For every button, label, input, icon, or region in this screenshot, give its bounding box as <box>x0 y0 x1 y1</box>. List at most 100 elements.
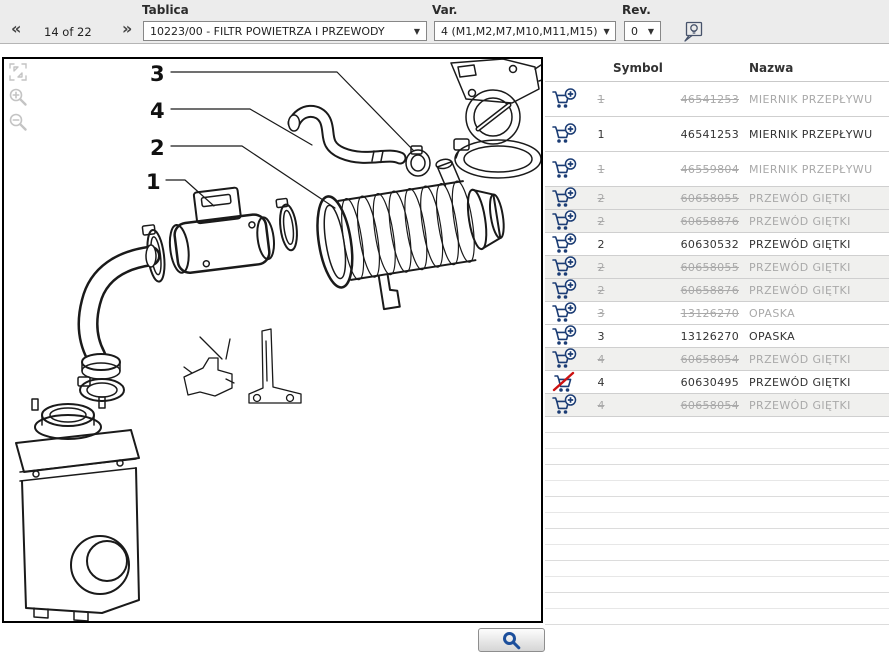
cart-add-icon[interactable] <box>545 88 589 110</box>
row-ref: 1 <box>589 128 613 141</box>
legend-hint-button[interactable] <box>682 21 704 43</box>
table-row: 260658055PRZEWÓD GIĘTKI <box>545 187 889 210</box>
cart-add-icon[interactable] <box>545 187 589 209</box>
table-select[interactable]: 10223/00 - FILTR POWIETRZA I PRZEWODY ▼ <box>143 21 427 41</box>
zoom-out-button[interactable] <box>8 112 28 132</box>
diagram-tools <box>8 62 28 132</box>
cart-blocked-icon[interactable] <box>545 371 589 393</box>
table-column-label: Tablica <box>142 3 189 17</box>
zoom-in-button[interactable] <box>8 87 28 107</box>
row-name: PRZEWÓD GIĘTKI <box>749 376 851 389</box>
row-name: OPASKA <box>749 330 795 343</box>
row-symbol: 46541253 <box>613 128 739 141</box>
row-symbol: 60658055 <box>613 192 739 205</box>
empty-row <box>545 449 889 465</box>
row-symbol: 46541253 <box>613 93 739 106</box>
cart-add-icon[interactable] <box>545 210 589 232</box>
table-row: 460658054PRZEWÓD GIĘTKI <box>545 348 889 371</box>
throttle-body-drawing <box>451 59 541 144</box>
cart-add-icon[interactable] <box>545 394 589 416</box>
small-clamp-drawing <box>406 146 430 176</box>
row-symbol: 60658055 <box>613 261 739 274</box>
row-name: MIERNIK PRZEPŁYWU <box>749 93 873 106</box>
table-row: 146541253 MIERNIK PRZEPŁYWU <box>545 117 889 152</box>
row-symbol: 60630532 <box>613 238 739 251</box>
cart-add-icon[interactable] <box>545 279 589 301</box>
row-ref: 3 <box>589 330 613 343</box>
cart-add-icon[interactable] <box>545 302 589 324</box>
parts-catalog-app: Tablica Var. Rev. « 14 of 22 » 10223/00 … <box>0 0 889 658</box>
row-name: PRZEWÓD GIĘTKI <box>749 399 851 412</box>
row-name: MIERNIK PRZEPŁYWU <box>749 163 873 176</box>
column-header-symbol: Symbol <box>613 61 663 75</box>
empty-row <box>545 417 889 433</box>
row-symbol: 13126270 <box>613 330 739 343</box>
row-name: MIERNIK PRZEPŁYWU <box>749 128 873 141</box>
row-ref: 1 <box>589 163 613 176</box>
table-row: 460630495PRZEWÓD GIĘTKI <box>545 371 889 394</box>
variant-select-value: 4 (M1,M2,M7,M10,M11,M15) <box>441 25 598 38</box>
empty-row <box>545 593 889 609</box>
search-button[interactable] <box>478 628 545 652</box>
row-ref: 4 <box>589 399 613 412</box>
empty-row <box>545 561 889 577</box>
cart-add-icon[interactable] <box>545 158 589 180</box>
next-page-button[interactable]: » <box>122 20 132 38</box>
row-symbol: 13126270 <box>613 307 739 320</box>
fit-screen-button[interactable] <box>8 62 28 82</box>
empty-row <box>545 465 889 481</box>
callout-label-2: 2 <box>150 136 165 160</box>
flow-meter-drawing <box>139 181 301 283</box>
callout-label-3: 3 <box>150 62 165 86</box>
table-row: 460658054 PRZEWÓD GIĘTKI <box>545 394 889 417</box>
row-name: PRZEWÓD GIĘTKI <box>749 238 851 251</box>
row-name: PRZEWÓD GIĘTKI <box>749 353 851 366</box>
empty-row <box>545 497 889 513</box>
cart-add-icon[interactable] <box>545 123 589 145</box>
parts-diagram: 3 4 2 1 <box>4 59 541 621</box>
table-select-value: 10223/00 - FILTR POWIETRZA I PRZEWODY <box>150 25 385 38</box>
row-symbol: 60658054 <box>613 399 739 412</box>
row-symbol: 60658876 <box>613 215 739 228</box>
row-ref: 3 <box>589 307 613 320</box>
row-name: OPASKA <box>749 307 795 320</box>
air-filter-box-drawing <box>16 397 139 621</box>
callout-label-4: 4 <box>150 99 165 123</box>
column-header-nazwa: Nazwa <box>749 61 793 75</box>
cart-add-icon[interactable] <box>545 348 589 370</box>
band-clamp-drawing <box>454 139 541 178</box>
parts-table-header: Symbol Nazwa <box>545 57 889 82</box>
row-symbol: 60658876 <box>613 284 739 297</box>
variant-select[interactable]: 4 (M1,M2,M7,M10,M11,M15) ▼ <box>434 21 616 41</box>
empty-row <box>545 481 889 497</box>
cart-add-icon[interactable] <box>545 233 589 255</box>
bracket-drawing <box>184 329 301 403</box>
parts-table: Symbol Nazwa 146541253MIERNIK PRZEPŁYWU1… <box>545 57 889 625</box>
row-name: PRZEWÓD GIĘTKI <box>749 215 851 228</box>
callout-label-1: 1 <box>146 170 161 194</box>
row-symbol: 60658054 <box>613 353 739 366</box>
revision-select-value: 0 <box>631 25 638 38</box>
table-row: 313126270 OPASKA <box>545 302 889 325</box>
empty-row <box>545 433 889 449</box>
revision-select[interactable]: 0 ▼ <box>624 21 661 41</box>
callout-leader-lines <box>166 72 414 208</box>
cart-add-icon[interactable] <box>545 325 589 347</box>
chevron-down-icon: ▼ <box>414 27 420 36</box>
table-row: 260658055PRZEWÓD GIĘTKI <box>545 256 889 279</box>
table-row: 146541253MIERNIK PRZEPŁYWU <box>545 82 889 117</box>
row-ref: 4 <box>589 376 613 389</box>
prev-page-button[interactable]: « <box>11 20 21 38</box>
revision-column-label: Rev. <box>622 3 651 17</box>
variant-column-label: Var. <box>432 3 458 17</box>
empty-row <box>545 529 889 545</box>
parts-rows: 146541253MIERNIK PRZEPŁYWU146541253MIERN… <box>545 82 889 625</box>
row-ref: 2 <box>589 192 613 205</box>
row-ref: 2 <box>589 261 613 274</box>
row-ref: 2 <box>589 215 613 228</box>
row-name: PRZEWÓD GIĘTKI <box>749 284 851 297</box>
magnifier-icon <box>502 631 521 650</box>
empty-row <box>545 545 889 561</box>
lightbulb-icon <box>682 21 704 43</box>
cart-add-icon[interactable] <box>545 256 589 278</box>
